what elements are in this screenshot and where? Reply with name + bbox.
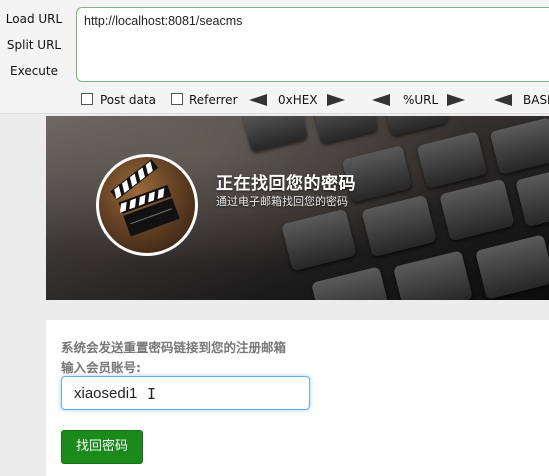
keyboard-key [242,116,308,153]
url-encode-arrow-icon[interactable] [447,94,465,106]
url-input[interactable] [76,7,549,82]
clapperboard-logo-icon [96,154,198,256]
hex-encode-arrow-icon[interactable] [327,94,345,106]
recover-password-button[interactable]: 找回密码 [61,430,143,464]
split-url-button[interactable]: Split URL [4,34,64,56]
keyboard-key [312,116,378,145]
base64-decode-arrow-icon[interactable] [494,94,512,106]
url-encode-label: %URL [403,93,439,107]
recover-password-banner: 正在找回您的密码 通过电子邮箱找回您的密码 [46,116,549,300]
reset-notice-text: 系统会发送重置密码链接到您的注册邮箱 [61,340,287,355]
keyboard-key [515,164,549,228]
banner-subtitle: 通过电子邮箱找回您的密码 [216,195,348,208]
keyboard-key [416,131,488,189]
hackbar-toolbar: Load URL Split URL Execute Post data Ref… [0,0,549,114]
account-label: 输入会员账号: [61,360,141,375]
keyboard-key [310,266,392,300]
hex-decode-arrow-icon[interactable] [249,94,267,106]
post-data-label: Post data [100,93,156,107]
account-input[interactable] [61,376,310,410]
recover-password-form: 系统会发送重置密码链接到您的注册邮箱 输入会员账号: I 找回密码 [46,320,549,476]
keyboard-key [361,194,437,258]
keyboard-key [382,116,448,137]
referrer-label: Referrer [189,93,238,107]
load-url-button[interactable]: Load URL [4,8,64,30]
keyboard-key [392,250,474,300]
post-data-checkbox[interactable] [81,93,93,105]
hex-label: 0xHEX [278,93,318,107]
keyboard-key [439,178,515,242]
banner-title: 正在找回您的密码 [216,174,356,194]
base64-label: BASE [523,93,549,107]
execute-button[interactable]: Execute [4,60,64,82]
keyboard-key [281,208,357,272]
keyboard-key [474,234,549,300]
keyboard-key [489,117,549,175]
referrer-checkbox[interactable] [171,93,183,105]
url-decode-arrow-icon[interactable] [372,94,390,106]
